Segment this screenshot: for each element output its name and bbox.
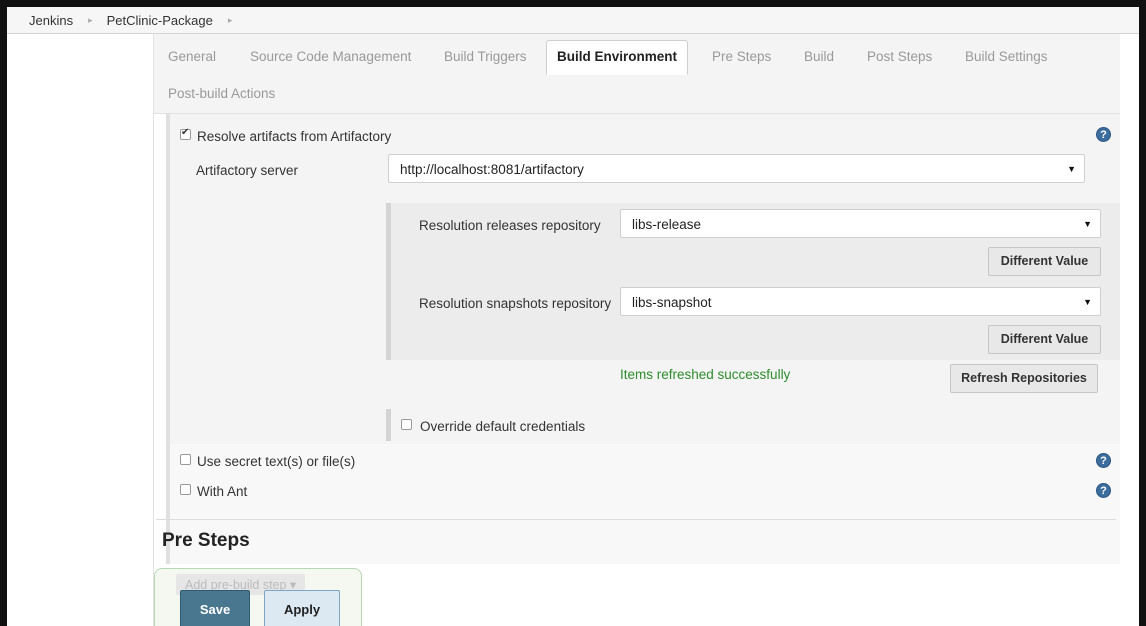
tab-post-build-actions[interactable]: Post-build Actions: [168, 86, 275, 101]
artifactory-server-value: http://localhost:8081/artifactory: [400, 162, 584, 177]
tab-post-steps[interactable]: Post Steps: [867, 49, 932, 64]
repositories-subsection: Resolution releases repository libs-rele…: [386, 203, 1120, 360]
resolve-artifacts-checkbox[interactable]: [180, 127, 191, 140]
window-frame: Jenkins ▸ PetClinic-Package ▸ General So…: [0, 0, 1146, 626]
override-indent-bar: [386, 409, 391, 441]
secret-text-label: Use secret text(s) or file(s): [197, 454, 356, 469]
breadcrumb-separator-icon[interactable]: ▸: [228, 15, 233, 26]
with-ant-checkbox[interactable]: [180, 484, 191, 495]
breadcrumb-jenkins[interactable]: Jenkins: [29, 13, 73, 28]
tab-build[interactable]: Build: [804, 49, 834, 64]
refresh-repositories-button[interactable]: Refresh Repositories: [950, 364, 1098, 393]
releases-different-value-button[interactable]: Different Value: [988, 247, 1101, 276]
help-icon[interactable]: ?: [1096, 483, 1111, 498]
releases-repository-value: libs-release: [632, 217, 702, 232]
releases-repository-label: Resolution releases repository: [419, 218, 601, 233]
chevron-down-icon: ▼: [1067, 164, 1076, 174]
artifactory-server-label: Artifactory server: [196, 163, 299, 178]
apply-button[interactable]: Apply: [264, 590, 340, 626]
tab-build-settings[interactable]: Build Settings: [965, 49, 1048, 64]
with-ant-label: With Ant: [197, 484, 248, 499]
help-icon[interactable]: ?: [1096, 453, 1111, 468]
resolve-artifacts-label: Resolve artifacts from Artifactory: [197, 129, 392, 144]
section-divider: [156, 519, 1116, 520]
chevron-down-icon: ▼: [1083, 219, 1092, 229]
tab-pre-steps[interactable]: Pre Steps: [712, 49, 771, 64]
secret-text-checkbox[interactable]: [180, 454, 191, 465]
snapshots-repository-label: Resolution snapshots repository: [419, 296, 612, 311]
chevron-down-icon: ▼: [1083, 297, 1092, 307]
help-icon[interactable]: ?: [1096, 127, 1111, 142]
breadcrumb-separator-icon[interactable]: ▸: [88, 15, 93, 26]
config-panel: General Source Code Management Build Tri…: [153, 34, 1120, 626]
snapshots-repository-select[interactable]: libs-snapshot ▼: [620, 287, 1101, 316]
artifactory-server-select[interactable]: http://localhost:8081/artifactory ▼: [388, 154, 1085, 183]
breadcrumb: Jenkins ▸ PetClinic-Package ▸: [7, 7, 1139, 34]
override-credentials-checkbox[interactable]: [401, 419, 412, 430]
breadcrumb-job[interactable]: PetClinic-Package: [107, 13, 213, 28]
snapshots-different-value-button[interactable]: Different Value: [988, 325, 1101, 354]
config-tabbar: General Source Code Management Build Tri…: [154, 34, 1120, 114]
tab-source-code-management[interactable]: Source Code Management: [250, 49, 411, 64]
pre-steps-heading: Pre Steps: [162, 530, 250, 551]
tab-build-environment[interactable]: Build Environment: [546, 40, 689, 75]
refresh-status-text: Items refreshed successfully: [620, 367, 791, 382]
save-button[interactable]: Save: [180, 590, 250, 626]
snapshots-repository-value: libs-snapshot: [632, 295, 712, 310]
tab-general[interactable]: General: [168, 49, 216, 64]
environment-options: Use secret text(s) or file(s) ? With Ant…: [166, 444, 1120, 564]
override-credentials-label: Override default credentials: [420, 419, 586, 434]
releases-repository-select[interactable]: libs-release ▼: [620, 209, 1101, 238]
tab-build-triggers[interactable]: Build Triggers: [444, 49, 527, 64]
